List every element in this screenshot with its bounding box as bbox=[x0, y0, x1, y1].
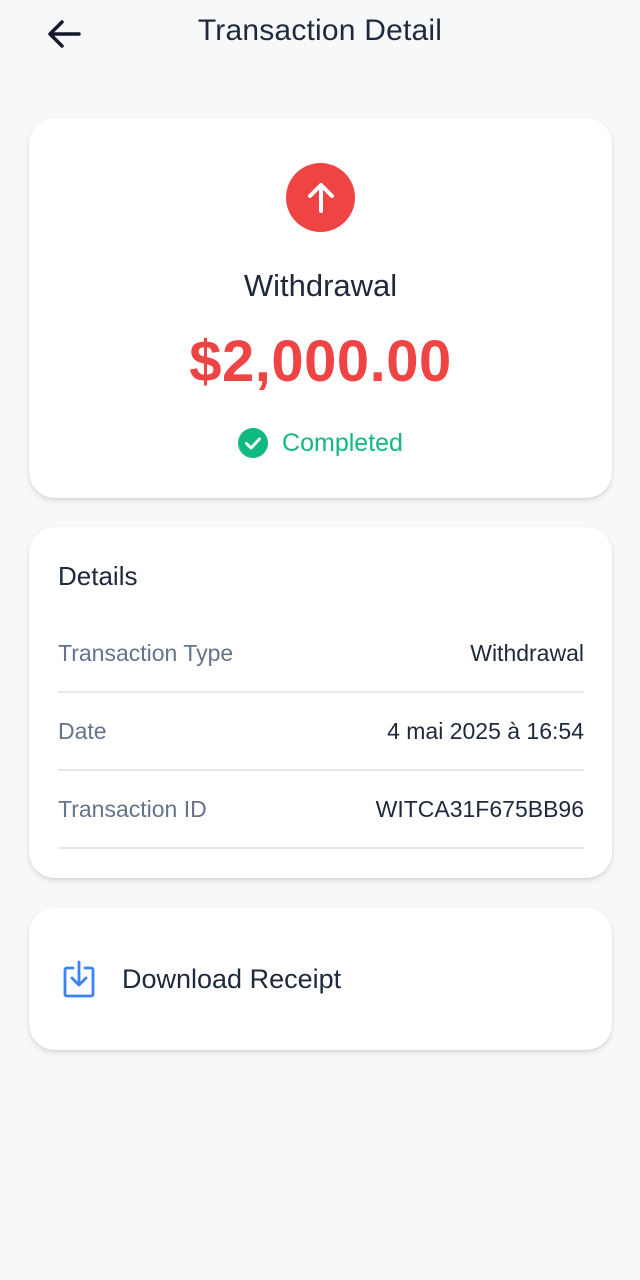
detail-value: WITCA31F675BB96 bbox=[375, 795, 584, 822]
detail-label: Transaction Type bbox=[58, 639, 234, 666]
details-card: Details Transaction Type Withdrawal Date… bbox=[29, 527, 612, 878]
header: Transaction Detail bbox=[0, 0, 640, 70]
detail-label: Date bbox=[58, 717, 107, 744]
page-title: Transaction Detail bbox=[197, 14, 443, 47]
withdrawal-indicator bbox=[286, 163, 355, 232]
transaction-summary-card: Withdrawal $2,000.00 Completed bbox=[29, 118, 612, 498]
detail-row-transaction-type: Transaction Type Withdrawal bbox=[58, 615, 584, 693]
transaction-amount: $2,000.00 bbox=[189, 329, 452, 394]
download-receipt-label: Download Receipt bbox=[122, 963, 342, 994]
details-heading: Details bbox=[58, 561, 138, 591]
check-circle-icon bbox=[238, 428, 269, 458]
detail-row-date: Date 4 mai 2025 à 16:54 bbox=[58, 693, 584, 771]
status-badge: Completed bbox=[29, 428, 612, 458]
detail-row-transaction-id: Transaction ID WITCA31F675BB96 bbox=[58, 771, 584, 849]
transaction-type: Withdrawal bbox=[243, 268, 398, 303]
arrow-up-icon bbox=[307, 182, 334, 213]
detail-label: Transaction ID bbox=[58, 795, 207, 822]
download-receipt-button[interactable]: Download Receipt bbox=[29, 908, 612, 1050]
status-label: Completed bbox=[282, 428, 403, 457]
download-receipt-content: Download Receipt bbox=[62, 908, 341, 1050]
detail-value: 4 mai 2025 à 16:54 bbox=[387, 717, 584, 744]
detail-value: Withdrawal bbox=[470, 639, 584, 666]
download-icon bbox=[63, 960, 95, 998]
